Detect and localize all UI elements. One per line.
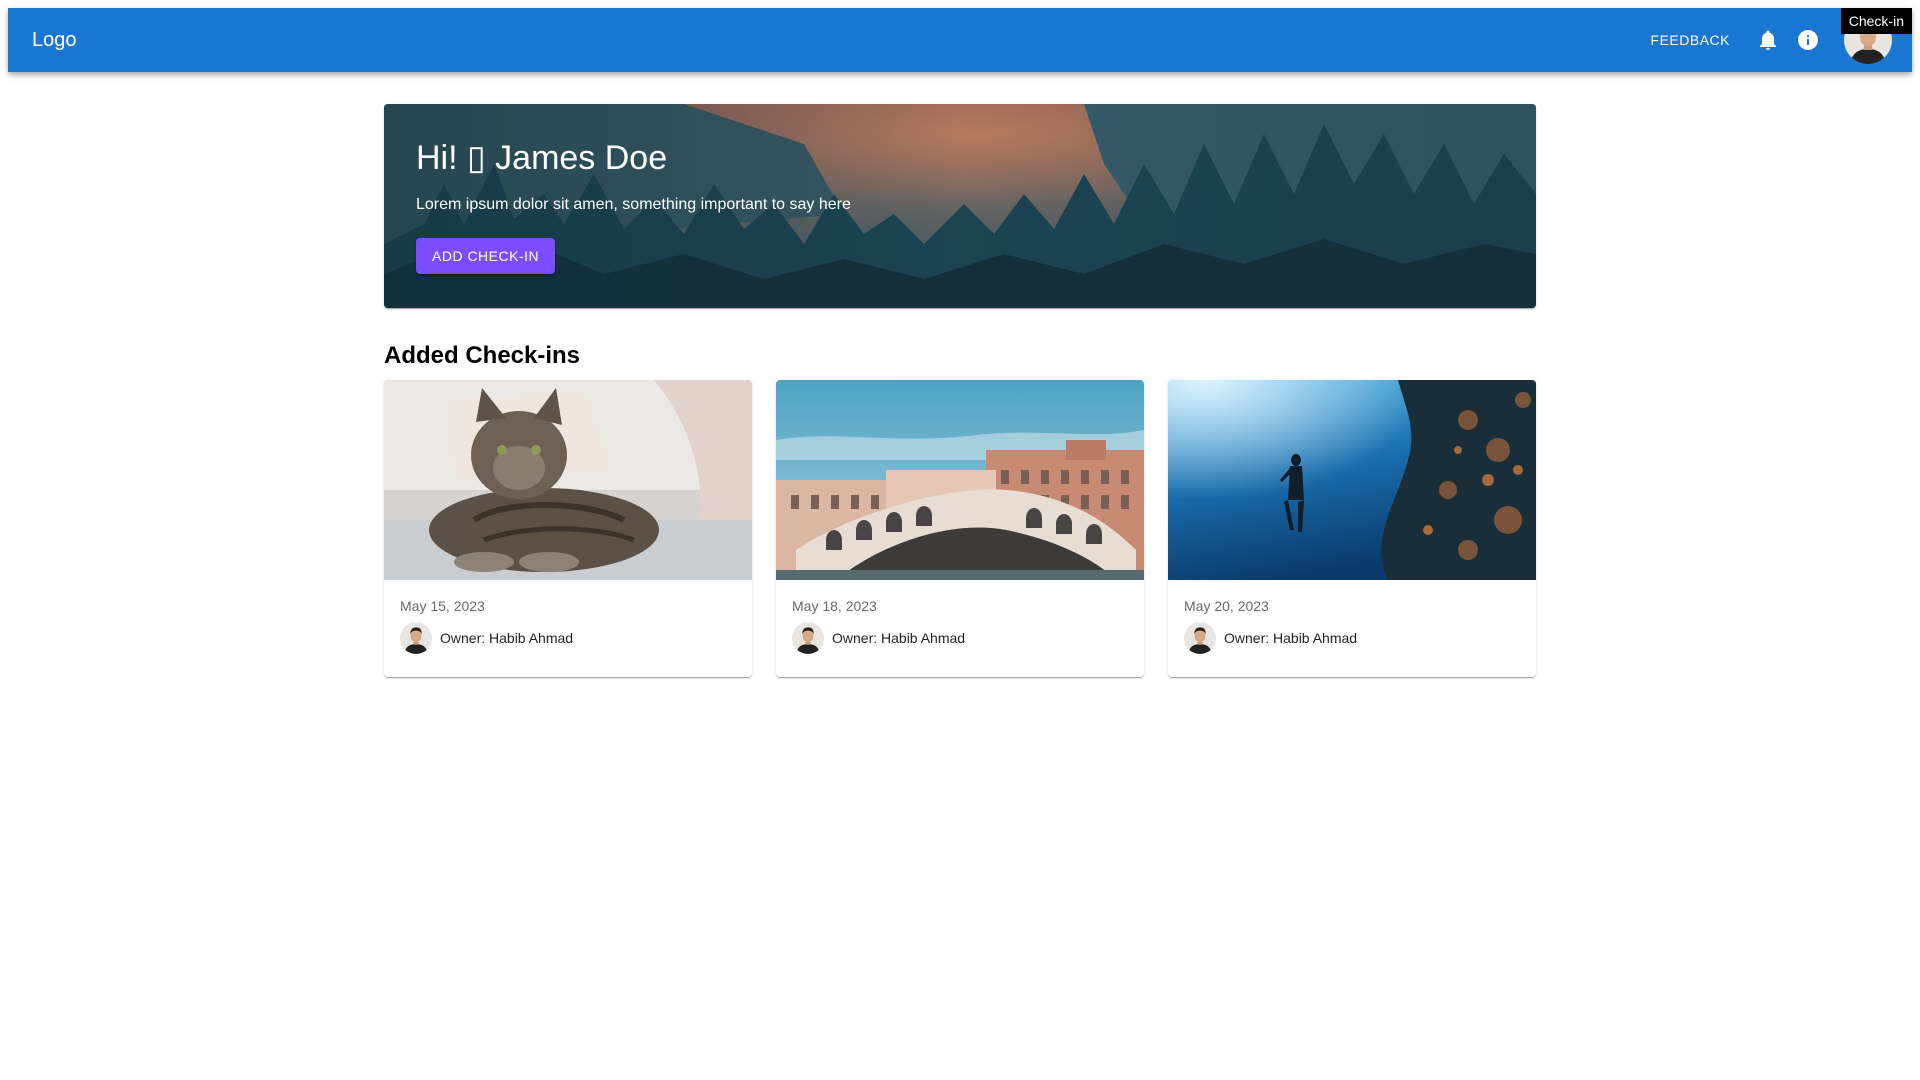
owner-name: Owner: Habib Ahmad (440, 630, 574, 646)
info-button[interactable] (1788, 20, 1828, 60)
welcome-subtitle: Lorem ipsum dolor sit amen, something im… (416, 196, 851, 213)
card-body: May 15, 2023 Owner: Habib Ahmad (384, 580, 752, 672)
notifications-button[interactable] (1748, 20, 1788, 60)
cat-photo (384, 380, 752, 580)
check-in-card[interactable]: May 18, 2023 Owner: Habib Ahmad (776, 380, 1144, 677)
owner-avatar (1184, 622, 1216, 654)
check-in-date: May 20, 2023 (1184, 598, 1269, 614)
logo[interactable]: Logo (32, 29, 1643, 52)
check-in-date: May 15, 2023 (400, 598, 485, 614)
main-content: Hi! ▯ James Doe Lorem ipsum dolor sit am… (384, 104, 1536, 677)
add-check-in-button[interactable]: ADD CHECK-IN (416, 238, 556, 274)
check-in-card[interactable]: May 20, 2023 Owner: Habib Ahmad (1168, 380, 1536, 677)
bell-icon (1760, 30, 1776, 50)
section-title: Added Check-ins (384, 342, 581, 369)
venice-bridge-photo (776, 380, 1144, 580)
app-bar: Logo FEEDBACK (8, 8, 1912, 72)
owner-row: Owner: Habib Ahmad (792, 622, 1128, 654)
check-in-cards: May 15, 2023 Owner: Habib Ahmad May 18, … (384, 380, 1536, 677)
owner-name: Owner: Habib Ahmad (832, 630, 966, 646)
welcome-banner: Hi! ▯ James Doe Lorem ipsum dolor sit am… (384, 104, 1536, 308)
info-icon (1798, 30, 1818, 50)
owner-row: Owner: Habib Ahmad (1184, 622, 1520, 654)
owner-avatar (792, 622, 824, 654)
check-in-date: May 18, 2023 (792, 598, 877, 614)
check-in-tooltip: Check-in (1840, 8, 1912, 34)
card-body: May 18, 2023 Owner: Habib Ahmad (776, 580, 1144, 672)
owner-row: Owner: Habib Ahmad (400, 622, 736, 654)
check-in-card[interactable]: May 15, 2023 Owner: Habib Ahmad (384, 380, 752, 677)
owner-name: Owner: Habib Ahmad (1224, 630, 1358, 646)
feedback-button[interactable]: FEEDBACK (1643, 26, 1738, 54)
welcome-title: Hi! ▯ James Doe (416, 139, 668, 177)
card-body: May 20, 2023 Owner: Habib Ahmad (1168, 580, 1536, 672)
underwater-diver-photo (1168, 380, 1536, 580)
welcome-content: Hi! ▯ James Doe Lorem ipsum dolor sit am… (416, 138, 851, 274)
owner-avatar (400, 622, 432, 654)
